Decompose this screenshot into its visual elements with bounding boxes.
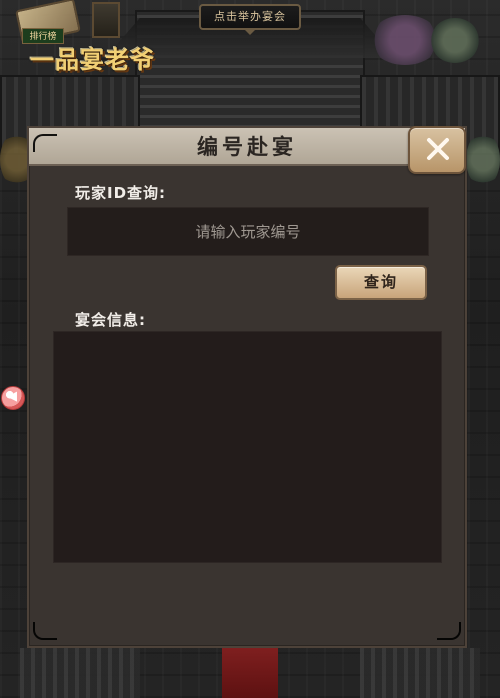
close-button[interactable] xyxy=(408,126,466,174)
close-icon xyxy=(427,138,449,160)
corner-ornament-icon xyxy=(437,622,461,640)
banner-pointer-icon xyxy=(243,28,257,35)
banquet-info-box xyxy=(53,331,442,563)
game-logo: 一品宴老爷 xyxy=(30,45,155,74)
left-arrow-icon: ◀ xyxy=(7,389,17,404)
background-red-carpet xyxy=(222,648,278,698)
host-banquet-banner[interactable]: 点击举办宴会 xyxy=(199,4,301,30)
query-button[interactable]: 查询 xyxy=(335,265,427,300)
player-id-query-label: 玩家ID查询: xyxy=(75,184,167,202)
game-screen: 排行榜 一品宴老爷 点击举办宴会 编号赴宴 玩家ID查询: 查询 宴会信息: ◀ xyxy=(0,0,500,698)
corner-ornament-icon xyxy=(33,622,57,640)
background-building-bottom-left xyxy=(20,648,140,698)
dialog-header: 编号赴宴 xyxy=(29,128,465,166)
dialog-title: 编号赴宴 xyxy=(197,134,297,159)
background-tree-green xyxy=(430,18,480,63)
background-building-bottom-right xyxy=(360,648,480,698)
background-tree-right xyxy=(466,132,500,187)
player-id-input[interactable] xyxy=(67,207,429,256)
gate-icon[interactable] xyxy=(92,2,120,38)
left-arrow-button[interactable]: ◀ xyxy=(1,386,25,410)
banquet-info-label: 宴会信息: xyxy=(75,311,146,329)
corner-ornament-icon xyxy=(33,134,57,152)
